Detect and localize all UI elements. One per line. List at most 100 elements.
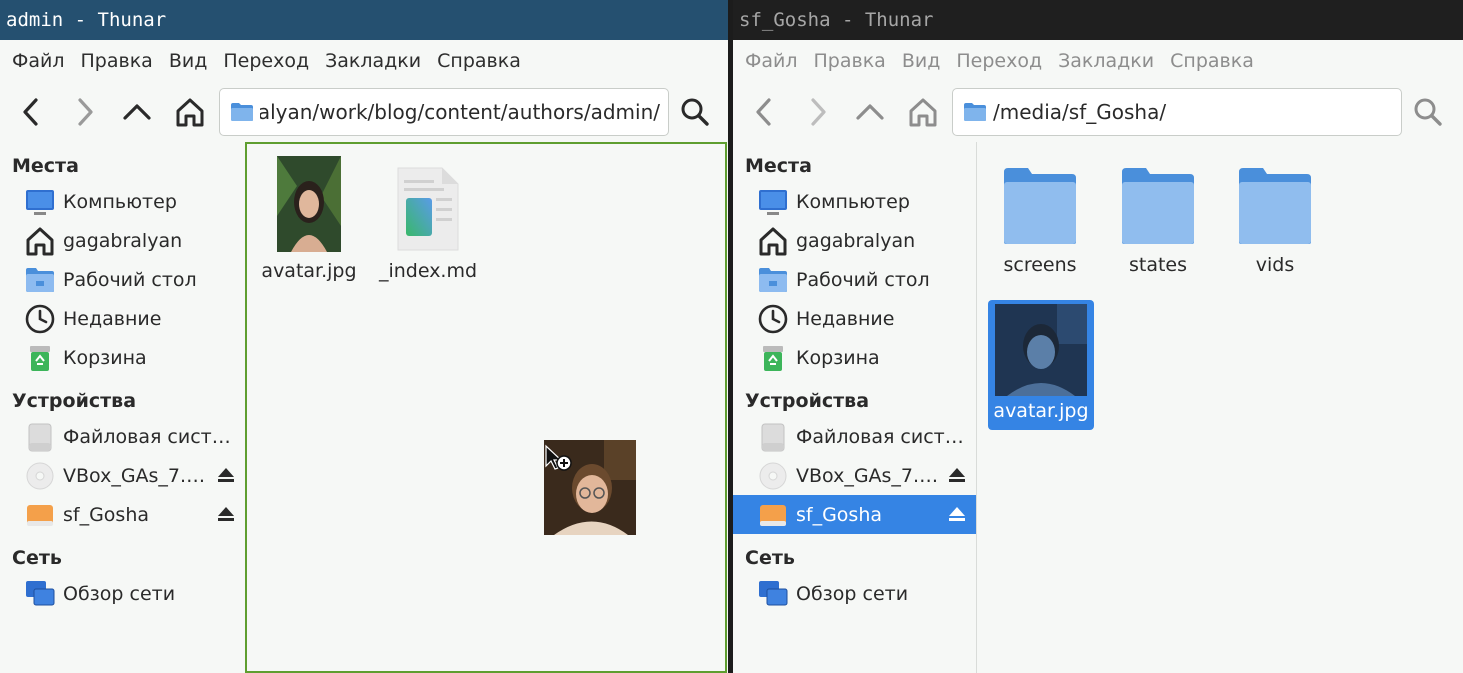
search-button[interactable] <box>1406 90 1450 134</box>
home-icon <box>757 225 789 257</box>
menu-bar: Файл Правка Вид Переход Закладки Справка <box>733 40 1463 82</box>
window-title[interactable]: admin - Thunar <box>0 0 728 40</box>
sidebar-item-network[interactable]: Обзор сети <box>0 574 245 613</box>
home-icon <box>176 98 204 127</box>
computer-icon <box>24 186 56 218</box>
home-icon <box>24 225 56 257</box>
thunar-window-admin[interactable]: admin - Thunar Файл Правка Вид Переход З… <box>0 0 728 673</box>
eject-icon[interactable] <box>946 464 968 486</box>
folder-item-screens[interactable]: screens <box>984 160 1096 276</box>
menu-view[interactable]: Вид <box>894 50 949 72</box>
sidebar-item-home[interactable]: gagabralyan <box>0 221 245 260</box>
sidebar-item-vbox[interactable]: VBox_GAs_7.… <box>0 456 245 495</box>
sidebar-item-recent[interactable]: Недавние <box>733 299 976 338</box>
up-button[interactable] <box>115 90 159 134</box>
section-devices: Устройства <box>12 390 137 412</box>
menu-edit[interactable]: Правка <box>806 50 894 72</box>
menu-bookmarks[interactable]: Закладки <box>317 50 429 72</box>
menu-help[interactable]: Справка <box>1162 50 1262 72</box>
back-button[interactable] <box>743 90 787 134</box>
drive-orange-icon <box>757 499 789 531</box>
eject-icon[interactable] <box>215 464 237 486</box>
back-arrow-icon <box>23 98 38 126</box>
forward-arrow-icon <box>78 98 93 126</box>
location-bar[interactable]: /home/gagabralyan/work/blog/content/auth… <box>219 88 669 136</box>
menu-file[interactable]: Файл <box>4 50 73 72</box>
drive-icon <box>757 421 789 453</box>
location-bar[interactable]: /media/sf_Gosha/ <box>952 88 1402 136</box>
menu-go[interactable]: Переход <box>215 50 317 72</box>
menu-edit[interactable]: Правка <box>73 50 161 72</box>
sidebar-item-computer[interactable]: Компьютер <box>733 182 976 221</box>
image-thumbnail <box>988 304 1094 396</box>
sidebar-item-desktop[interactable]: Рабочий стол <box>0 260 245 299</box>
sidebar-item-sf-gosha[interactable]: sf_Gosha <box>733 495 976 534</box>
eject-icon[interactable] <box>946 503 968 525</box>
sidebar-item-computer[interactable]: Компьютер <box>0 182 245 221</box>
clock-icon <box>24 303 56 335</box>
folder-icon <box>1219 160 1331 246</box>
location-path[interactable]: /home/gagabralyan/work/blog/content/auth… <box>260 100 660 124</box>
folder-item-vids[interactable]: vids <box>1219 160 1331 276</box>
up-arrow-icon <box>856 104 884 120</box>
sidebar-item-vbox[interactable]: VBox_GAs_7.… <box>733 456 976 495</box>
sidebar-item-recent[interactable]: Недавние <box>0 299 245 338</box>
folder-icon <box>984 160 1096 246</box>
window-title[interactable]: sf_Gosha - Thunar <box>733 0 1463 40</box>
trash-icon <box>757 342 789 374</box>
toolbar: /media/sf_Gosha/ <box>733 82 1463 142</box>
network-icon <box>757 578 789 610</box>
drag-copy-cursor-icon <box>545 444 572 471</box>
clock-icon <box>757 303 789 335</box>
forward-arrow-icon <box>811 98 826 126</box>
file-item-avatar[interactable]: avatar.jpg <box>988 300 1094 430</box>
back-button[interactable] <box>10 90 54 134</box>
sidebar-item-desktop[interactable]: Рабочий стол <box>733 260 976 299</box>
sidebar-item-trash[interactable]: Корзина <box>733 338 976 377</box>
sidebar-item-sf-gosha[interactable]: sf_Gosha <box>0 495 245 534</box>
thunar-window-sf-gosha[interactable]: sf_Gosha - Thunar Файл Правка Вид Перехо… <box>733 0 1463 673</box>
home-button[interactable] <box>901 90 945 134</box>
toolbar: /home/gagabralyan/work/blog/content/auth… <box>0 82 728 142</box>
menu-bar: Файл Правка Вид Переход Закладки Справка <box>0 40 728 82</box>
sidebar: Места Компьютер gagabralyan Рабочий стол… <box>0 142 245 673</box>
search-icon <box>681 98 709 126</box>
file-view[interactable]: screens states vids avatar.jpg <box>978 142 1463 673</box>
folder-icon <box>964 103 986 121</box>
sidebar: Места Компьютер gagabralyan Рабочий стол… <box>733 142 977 673</box>
file-item-avatar[interactable]: avatar.jpg <box>253 154 365 282</box>
menu-go[interactable]: Переход <box>948 50 1050 72</box>
trash-icon <box>24 342 56 374</box>
back-arrow-icon <box>756 98 771 126</box>
menu-help[interactable]: Справка <box>429 50 529 72</box>
section-network: Сеть <box>745 547 795 569</box>
section-places: Места <box>745 155 812 177</box>
disc-icon <box>24 460 56 492</box>
eject-icon[interactable] <box>215 503 237 525</box>
search-button[interactable] <box>673 90 717 134</box>
location-path[interactable]: /media/sf_Gosha/ <box>993 100 1166 124</box>
disc-icon <box>757 460 789 492</box>
menu-view[interactable]: Вид <box>161 50 216 72</box>
section-network: Сеть <box>12 547 62 569</box>
sidebar-item-home[interactable]: gagabralyan <box>733 221 976 260</box>
menu-bookmarks[interactable]: Закладки <box>1050 50 1162 72</box>
sidebar-item-filesystem[interactable]: Файловая сист… <box>733 417 976 456</box>
image-thumbnail <box>253 154 365 252</box>
menu-file[interactable]: Файл <box>737 50 806 72</box>
section-places: Места <box>12 155 79 177</box>
network-icon <box>24 578 56 610</box>
file-item-index-md[interactable]: _index.md <box>372 154 484 282</box>
forward-button[interactable] <box>62 90 106 134</box>
home-button[interactable] <box>168 90 212 134</box>
search-icon <box>1414 98 1442 126</box>
drive-orange-icon <box>24 499 56 531</box>
up-button[interactable] <box>848 90 892 134</box>
sidebar-item-network[interactable]: Обзор сети <box>733 574 976 613</box>
sidebar-item-trash[interactable]: Корзина <box>0 338 245 377</box>
sidebar-item-filesystem[interactable]: Файловая сист… <box>0 417 245 456</box>
forward-button[interactable] <box>795 90 839 134</box>
folder-icon <box>1102 160 1214 246</box>
folder-item-states[interactable]: states <box>1102 160 1214 276</box>
file-view[interactable]: avatar.jpg _index.md <box>245 142 727 673</box>
